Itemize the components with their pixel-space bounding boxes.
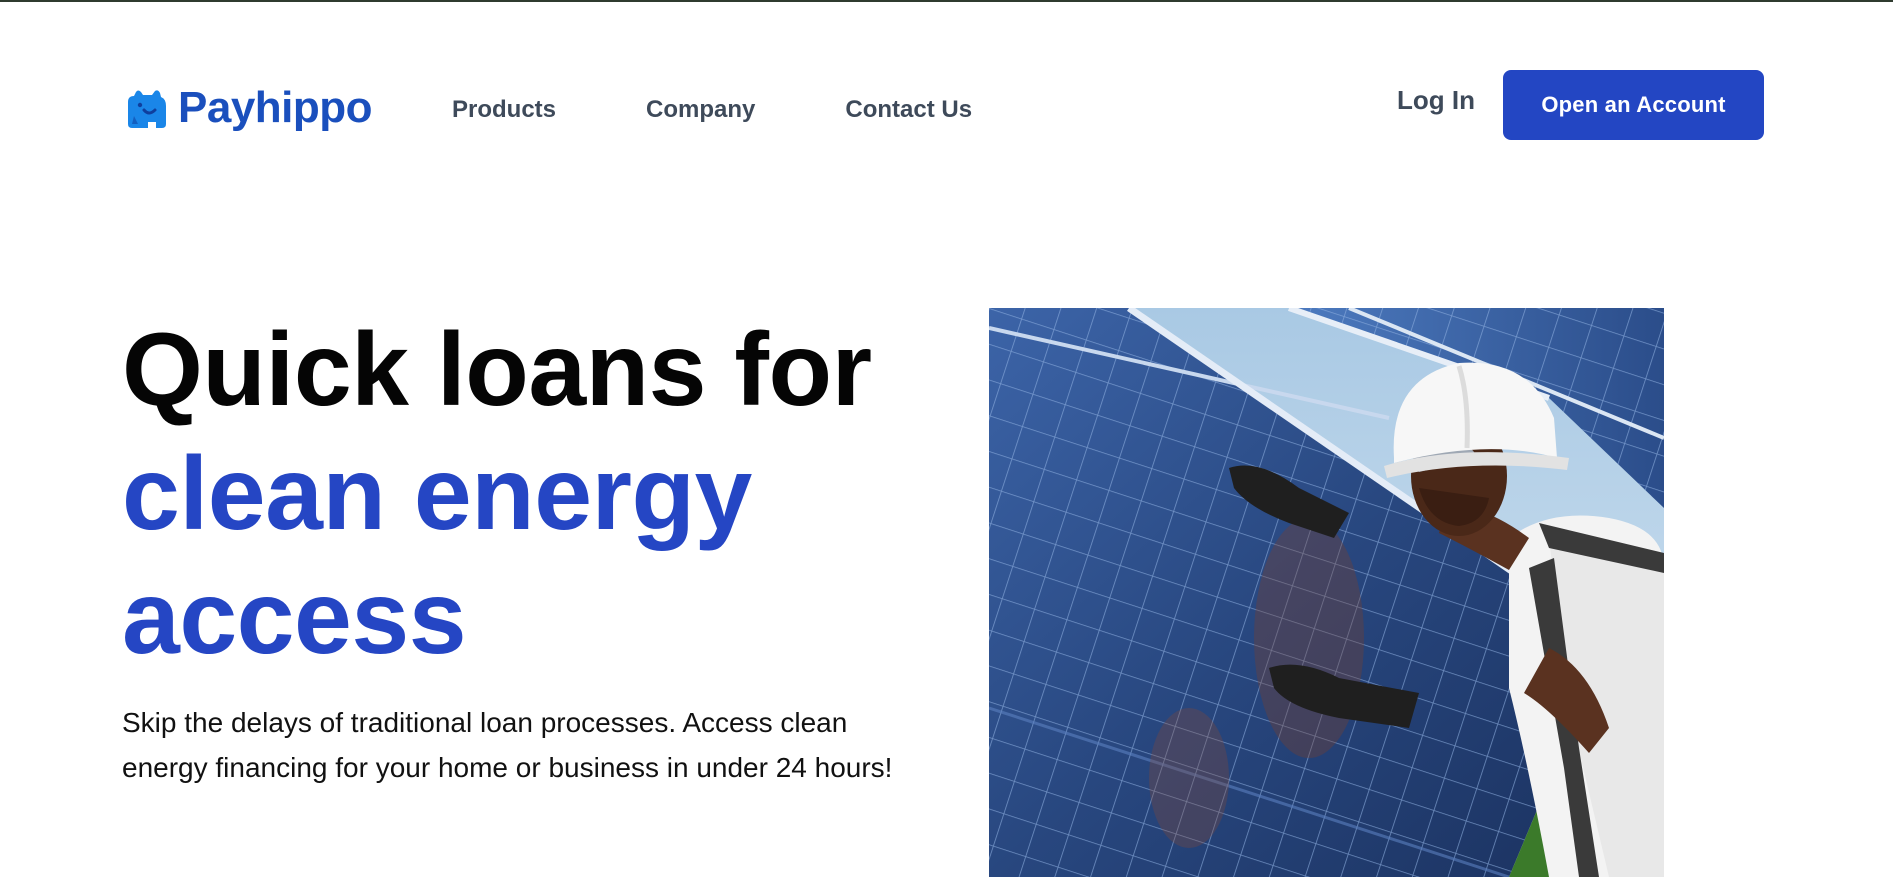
hero-subtitle: Skip the delays of traditional loan proc… — [122, 707, 893, 783]
hero-title-line3: access — [122, 560, 467, 676]
brand-logo[interactable]: Payhippo — [122, 80, 373, 136]
hero-title: Quick loans for clean energy access — [122, 308, 982, 680]
solar-worker-photo-icon — [989, 308, 1664, 877]
nav-item-products[interactable]: Products — [452, 96, 556, 124]
nav-item-contact-us[interactable]: Contact Us — [845, 96, 972, 124]
hippo-logo-icon — [128, 90, 166, 128]
main-nav: Products Company Contact Us — [452, 96, 972, 124]
site-header: Payhippo Products Company Contact Us Log… — [0, 0, 1893, 180]
open-account-button[interactable]: Open an Account — [1503, 70, 1764, 140]
nav-item-company[interactable]: Company — [646, 96, 755, 124]
hero-image — [989, 308, 1664, 877]
hero-title-line2: clean energy — [122, 436, 752, 552]
hero-title-line1: Quick loans for — [122, 312, 872, 428]
brand-name: Payhippo — [178, 83, 373, 132]
login-link[interactable]: Log In — [1397, 85, 1475, 116]
